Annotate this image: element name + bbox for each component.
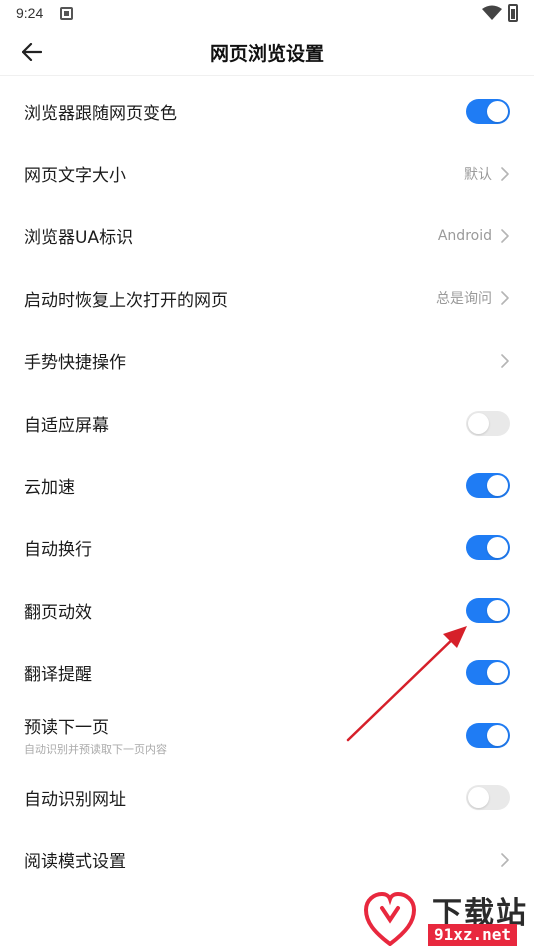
setting-row-follow-page-color[interactable]: 浏览器跟随网页变色: [0, 80, 534, 142]
chevron-right-icon: [501, 353, 509, 368]
setting-row-font-size[interactable]: 网页文字大小 默认: [0, 142, 534, 204]
setting-text: 阅读模式设置: [24, 847, 126, 872]
setting-text: 启动时恢复上次打开的网页: [24, 286, 228, 311]
setting-label: 浏览器UA标识: [24, 228, 134, 249]
toggle-switch[interactable]: [466, 98, 510, 124]
setting-value: 总是询问: [436, 291, 492, 308]
setting-row-restore-last-pages[interactable]: 启动时恢复上次打开的网页 总是询问: [0, 267, 534, 329]
settings-list: 浏览器跟随网页变色 网页文字大小 默认浏览器UA标识 Android 启动时恢复上次打开…: [0, 80, 534, 891]
setting-control: Android: [438, 205, 510, 267]
status-time: 9:24: [16, 5, 44, 21]
toggle-switch[interactable]: [466, 784, 510, 810]
watermark-logo-icon: [364, 892, 416, 946]
setting-label: 自动换行: [24, 540, 92, 561]
app-bar: 网页浏览设置: [0, 28, 534, 76]
chevron-right-icon: [501, 291, 509, 306]
setting-row-cloud-acceleration[interactable]: 云加速: [0, 454, 534, 516]
toggle-knob: [468, 412, 489, 434]
setting-control: [466, 704, 510, 766]
setting-control: [466, 766, 510, 828]
setting-control: 默认: [464, 142, 510, 204]
notification-icon: [60, 7, 73, 20]
toggle-knob: [487, 537, 508, 559]
setting-row-gesture-shortcuts[interactable]: 手势快捷操作: [0, 330, 534, 392]
setting-row-auto-detect-url[interactable]: 自动识别网址: [0, 766, 534, 828]
setting-text: 云加速: [24, 473, 75, 498]
wifi-icon: [482, 5, 502, 20]
setting-text: 翻页动效: [24, 598, 92, 623]
setting-text: 自动换行: [24, 535, 92, 560]
toggle-knob: [487, 475, 508, 497]
setting-control: [466, 454, 510, 516]
setting-text: 自适应屏幕: [24, 411, 109, 436]
setting-row-preload-next-page[interactable]: 预读下一页自动识别并预读取下一页内容: [0, 704, 534, 766]
setting-control: [466, 579, 510, 641]
page-title: 网页浏览设置: [209, 43, 324, 65]
setting-control: [500, 330, 510, 392]
setting-text: 自动识别网址: [24, 785, 126, 810]
toggle-knob: [487, 724, 508, 746]
toggle-switch[interactable]: [466, 660, 510, 686]
setting-control: [466, 392, 510, 454]
setting-text: 浏览器跟随网页变色: [24, 99, 177, 124]
watermark: 下载站 91xz.net: [358, 888, 534, 950]
setting-row-translate-reminder[interactable]: 翻译提醒: [0, 642, 534, 704]
setting-control: [466, 517, 510, 579]
setting-label: 翻页动效: [24, 602, 92, 623]
setting-row-page-turn-animation[interactable]: 翻页动效: [0, 579, 534, 641]
setting-row-fit-screen[interactable]: 自适应屏幕: [0, 392, 534, 454]
chevron-right-icon: [501, 166, 509, 181]
setting-label: 自动识别网址: [24, 789, 126, 810]
battery-icon: [508, 4, 518, 22]
toggle-knob: [487, 100, 508, 122]
setting-text: 浏览器UA标识: [24, 223, 133, 248]
setting-label: 浏览器跟随网页变色: [24, 103, 177, 124]
setting-control: [466, 80, 510, 142]
setting-text: 预读下一页自动识别并预读取下一页内容: [24, 713, 167, 757]
setting-label: 自适应屏幕: [24, 415, 109, 436]
toggle-knob: [487, 662, 508, 684]
setting-control: [466, 642, 510, 704]
toggle-knob: [487, 599, 508, 621]
setting-text: 网页文字大小: [24, 161, 126, 186]
setting-label: 启动时恢复上次打开的网页: [24, 290, 228, 311]
setting-text: 手势快捷操作: [24, 348, 126, 373]
setting-value: Android: [437, 227, 492, 244]
chevron-right-icon: [501, 229, 509, 243]
setting-row-reading-mode[interactable]: 阅读模式设置: [0, 829, 534, 891]
setting-label: 阅读模式设置: [24, 852, 126, 873]
toggle-switch[interactable]: [466, 410, 510, 436]
setting-row-auto-wrap[interactable]: 自动换行: [0, 517, 534, 579]
toggle-knob: [468, 786, 489, 808]
chevron-right-icon: [501, 853, 509, 867]
toggle-switch[interactable]: [466, 597, 510, 623]
setting-label: 翻译提醒: [24, 665, 92, 686]
setting-label: 云加速: [24, 478, 75, 499]
toggle-switch[interactable]: [466, 722, 510, 748]
watermark-url: 91xz.net: [428, 924, 518, 946]
setting-row-ua-identifier[interactable]: 浏览器UA标识 Android: [0, 205, 534, 267]
toggle-switch[interactable]: [466, 535, 510, 561]
setting-label: 手势快捷操作: [24, 353, 126, 374]
status-bar: 9:24: [0, 0, 534, 28]
setting-control: [500, 829, 510, 891]
setting-label: 网页文字大小: [24, 166, 126, 187]
setting-value: 默认: [464, 166, 492, 183]
setting-label: 预读下一页: [24, 718, 109, 739]
setting-sublabel: 自动识别并预读取下一页内容: [24, 743, 167, 757]
setting-text: 翻译提醒: [24, 660, 92, 685]
toggle-switch[interactable]: [466, 473, 510, 499]
setting-control: 总是询问: [436, 267, 510, 329]
